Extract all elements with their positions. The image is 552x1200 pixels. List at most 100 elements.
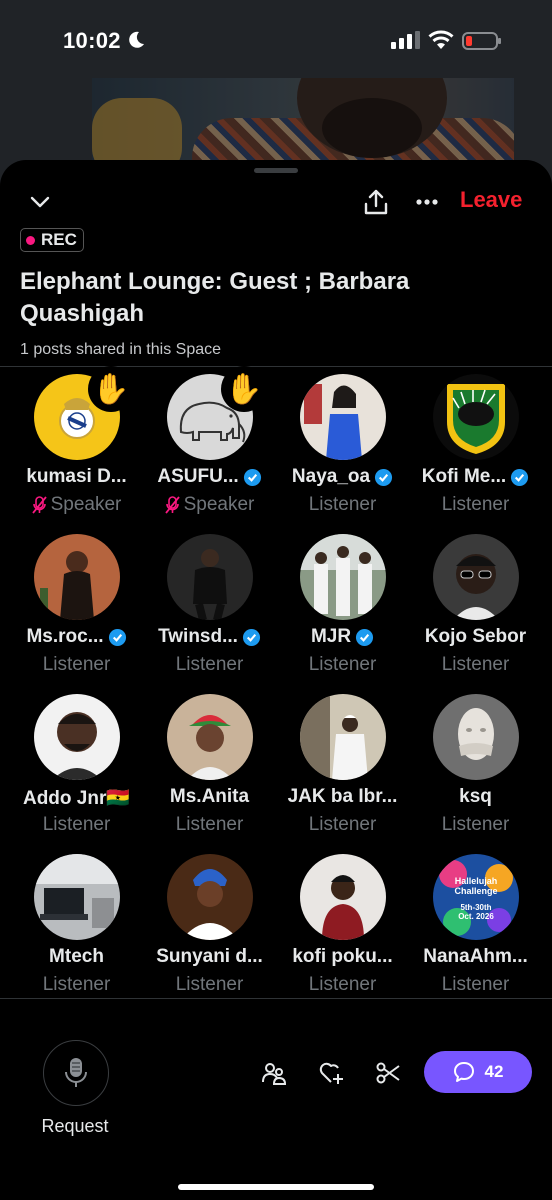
request-mic-button[interactable]: [43, 1040, 109, 1106]
participant-name: Mtech: [49, 946, 104, 967]
verified-badge-icon: [375, 468, 393, 486]
status-time: 10:02: [63, 28, 121, 53]
participant-role: Listener: [441, 974, 510, 995]
participant-card[interactable]: Twinsd... Listener: [143, 532, 276, 692]
woman-headwrap-icon: [167, 854, 253, 940]
participant-name: Twinsd...: [158, 626, 238, 647]
avatar: [34, 534, 120, 620]
participant-card[interactable]: ksq Listener: [409, 692, 542, 852]
participant-card[interactable]: Naya_oa Listener: [276, 372, 409, 532]
participant-card[interactable]: MJR Listener: [276, 532, 409, 692]
participant-card[interactable]: ✋ ASUFU... Speaker: [143, 366, 276, 532]
participant-name: kumasi D...: [26, 466, 127, 487]
participant-name: Naya_oa: [291, 466, 371, 487]
avatar: [300, 534, 386, 620]
participant-name: kofi poku...: [292, 946, 393, 967]
participant-role: Listener: [175, 654, 244, 675]
participant-name: Ms.roc...: [26, 626, 104, 647]
laptop-desk-icon: [34, 854, 120, 940]
participant-name: NanaAhm...: [423, 946, 528, 967]
avatar: [433, 374, 519, 460]
rec-badge: REC: [20, 228, 84, 252]
comment-bubble-icon: [453, 1062, 474, 1082]
mask-face-icon: [433, 694, 519, 780]
participant-role: Listener: [175, 814, 244, 835]
record-dot-icon: [26, 235, 35, 245]
participant-card[interactable]: Kofi Me... Listener: [409, 372, 542, 532]
participant-card[interactable]: Mtech Listener: [10, 852, 143, 1012]
participant-card[interactable]: Kojo Sebor Listener: [409, 532, 542, 692]
man-black-jacket-icon: [167, 534, 253, 620]
participant-role: Listener: [308, 814, 377, 835]
avatar: [167, 854, 253, 940]
home-indicator[interactable]: [178, 1184, 374, 1190]
woman-portrait-icon: [34, 534, 120, 620]
avatar: [433, 534, 519, 620]
signal-icon: [391, 31, 420, 49]
heart-add-icon[interactable]: [318, 1060, 344, 1086]
moon-icon: [129, 31, 144, 48]
avatar: [167, 534, 253, 620]
man-portrait-icon: [34, 694, 120, 780]
participant-card[interactable]: ✋ kumasi D... Speaker: [10, 366, 143, 532]
participant-role: Listener: [441, 814, 510, 835]
participant-name: JAK ba Ibr...: [287, 786, 398, 807]
share-icon[interactable]: [363, 188, 389, 216]
participant-name: Kofi Me...: [421, 466, 507, 487]
rec-label: REC: [41, 230, 77, 249]
participant-card[interactable]: Ms.Anita Listener: [143, 692, 276, 852]
flyer-line-2: Challenge: [454, 886, 497, 896]
raised-hand-icon: ✋: [221, 366, 267, 412]
avatar: Hallelujah Challenge 5th-30th Oct. 2026: [433, 854, 519, 940]
flyer-line-1: Hallelujah: [455, 876, 498, 886]
participant-role: Listener: [42, 974, 111, 995]
participant-card[interactable]: Sunyani d... Listener: [143, 852, 276, 1012]
mic-muted-icon: [31, 496, 47, 514]
participant-name: Addo Jnr🇬🇭: [22, 788, 131, 809]
avatar: [34, 694, 120, 780]
more-icon[interactable]: [414, 190, 440, 214]
man-white-robe-icon: [300, 694, 386, 780]
comments-button[interactable]: 42: [424, 1051, 532, 1093]
participant-role: Listener: [308, 974, 377, 995]
flyer-line-3: 5th-30th: [460, 903, 491, 912]
verified-badge-icon: [511, 468, 529, 486]
verified-badge-icon: [242, 628, 260, 646]
participant-name: Ms.Anita: [169, 786, 250, 807]
request-label[interactable]: Request: [0, 1116, 150, 1137]
participant-role: Speaker: [183, 494, 255, 515]
mic-muted-icon: [164, 496, 180, 514]
avatar: [433, 694, 519, 780]
participant-card[interactable]: Hallelujah Challenge 5th-30th Oct. 2026 …: [409, 852, 542, 1012]
asante-kotoko-crest-icon: [433, 374, 519, 460]
participant-card[interactable]: JAK ba Ibr... Listener: [276, 692, 409, 852]
participant-role: Listener: [308, 654, 377, 675]
participant-card[interactable]: kofi poku... Listener: [276, 852, 409, 1012]
participant-name: ksq: [459, 786, 492, 807]
scissors-icon[interactable]: [375, 1060, 401, 1086]
avatar: [167, 694, 253, 780]
participant-name: ASUFU...: [157, 466, 239, 487]
participant-name: MJR: [310, 626, 352, 647]
flyer-line-4: Oct. 2026: [458, 912, 494, 921]
participant-name: Kojo Sebor: [424, 626, 527, 647]
people-icon[interactable]: [261, 1060, 287, 1086]
avatar: [300, 374, 386, 460]
chevron-down-icon[interactable]: [28, 192, 52, 212]
avatar: [34, 854, 120, 940]
woman-blue-dress-icon: [300, 374, 386, 460]
participant-card[interactable]: Addo Jnr🇬🇭 Listener: [10, 692, 143, 852]
battery-icon: [462, 32, 501, 50]
leave-button[interactable]: Leave: [460, 187, 522, 213]
woman-cap-icon: [167, 694, 253, 780]
microphone-icon: [65, 1058, 87, 1087]
participant-role: Speaker: [50, 494, 122, 515]
participant-card[interactable]: Ms.roc... Listener: [10, 532, 143, 692]
video-backdrop: [92, 78, 514, 168]
comment-count: 42: [484, 1062, 504, 1081]
man-glasses-icon: [433, 534, 519, 620]
posts-shared-link[interactable]: 1 posts shared in this Space: [20, 341, 221, 359]
drag-handle[interactable]: [254, 168, 298, 173]
participant-role: Listener: [441, 494, 510, 515]
status-bar: 10:02: [0, 0, 552, 78]
